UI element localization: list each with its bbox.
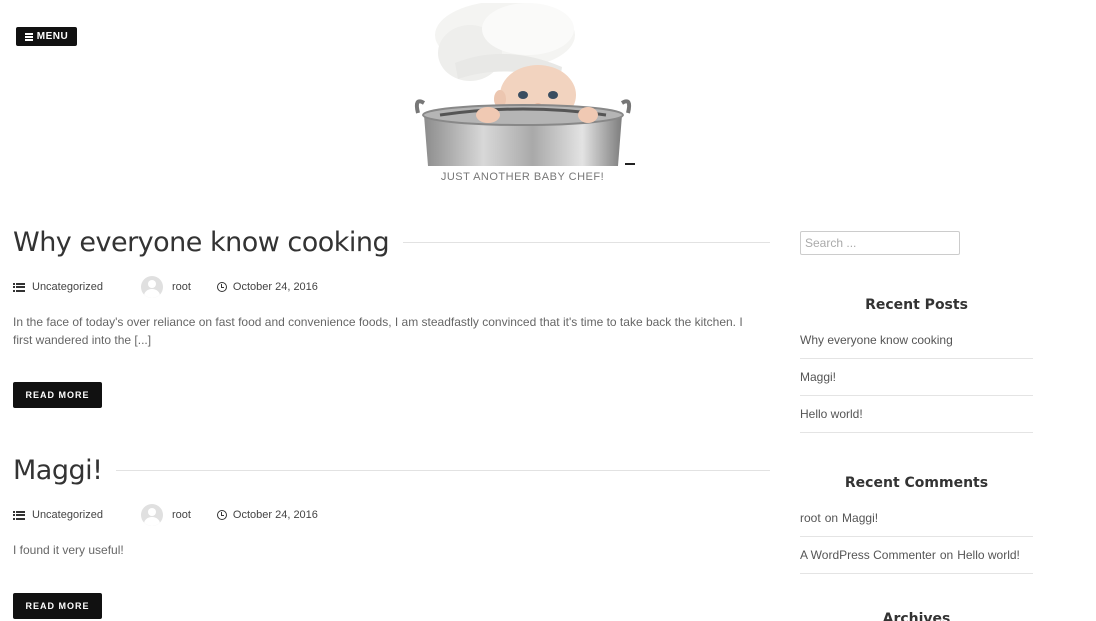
post-excerpt: In the face of today's over reliance on … [13, 315, 743, 347]
list-icon [13, 282, 25, 292]
author-link[interactable]: root [172, 281, 191, 293]
list-item: Hello world! [800, 396, 1033, 433]
post-author: root [140, 276, 191, 298]
post-title-row: Why everyone know cooking [13, 222, 770, 262]
list-item: Maggi! [800, 359, 1033, 396]
date-link[interactable]: October 24, 2016 [233, 281, 318, 293]
category-link[interactable]: Uncategorized [32, 509, 103, 521]
post-excerpt: I found it very useful! [13, 543, 124, 557]
post-date: October 24, 2016 [216, 509, 318, 521]
title-divider [116, 469, 770, 471]
recent-post-link[interactable]: Why everyone know cooking [800, 333, 953, 347]
avatar [140, 504, 163, 526]
clock-icon [216, 282, 227, 292]
recent-post-link[interactable]: Maggi! [800, 370, 836, 384]
read-more-button[interactable]: READ MORE [13, 382, 102, 408]
recent-comments-title: Recent Comments [844, 475, 989, 491]
clock-icon [216, 510, 227, 520]
menu-label: MENU [36, 31, 69, 42]
logo-underscore [625, 163, 635, 165]
read-more-button[interactable]: READ MORE [13, 593, 102, 619]
post-title-row: Maggi! [13, 450, 770, 490]
post-meta: Uncategorized root October 24, 2016 [13, 275, 770, 299]
list-item: A WordPress Commenter on Hello world! [800, 537, 1033, 574]
hamburger-icon [24, 33, 33, 41]
list-item: Why everyone know cooking [800, 322, 1033, 359]
comment-on-text: on [939, 548, 954, 562]
list-item: root on Maggi! [800, 500, 1033, 537]
post-meta: Uncategorized root October 24, 2016 [13, 503, 770, 527]
list-icon [13, 510, 25, 520]
recent-posts-list: Why everyone know cooking Maggi! Hello w… [800, 322, 1033, 433]
comment-author-link[interactable]: root [800, 511, 821, 525]
author-link[interactable]: root [172, 509, 191, 521]
comment-on-text: on [824, 511, 839, 525]
post-date: October 24, 2016 [216, 281, 318, 293]
comment-post-link[interactable]: Hello world! [957, 548, 1020, 562]
date-link[interactable]: October 24, 2016 [233, 509, 318, 521]
search-input[interactable] [800, 231, 960, 255]
comment-post-link[interactable]: Maggi! [842, 511, 878, 525]
category-link[interactable]: Uncategorized [32, 281, 103, 293]
title-divider [403, 241, 770, 243]
menu-button[interactable]: MENU [16, 27, 77, 46]
site-tagline: JUST ANOTHER BABY CHEF! [440, 171, 605, 183]
post-category: Uncategorized [13, 281, 103, 293]
archives-title: Archives [882, 611, 951, 621]
post-title[interactable]: Maggi! [13, 455, 103, 486]
post-author: root [140, 504, 191, 526]
recent-posts-title: Recent Posts [865, 297, 968, 313]
recent-post-link[interactable]: Hello world! [800, 407, 863, 421]
post-category: Uncategorized [13, 509, 103, 521]
comment-author-link[interactable]: A WordPress Commenter [800, 548, 936, 562]
post-article: Why everyone know cooking Uncategorized … [13, 222, 770, 408]
post-article: Maggi! Uncategorized root October 24, 20… [13, 450, 770, 619]
post-title[interactable]: Why everyone know cooking [13, 227, 390, 258]
recent-comments-list: root on Maggi! A WordPress Commenter on … [800, 500, 1033, 574]
site-logo-image[interactable] [410, 3, 635, 166]
avatar [140, 276, 163, 298]
